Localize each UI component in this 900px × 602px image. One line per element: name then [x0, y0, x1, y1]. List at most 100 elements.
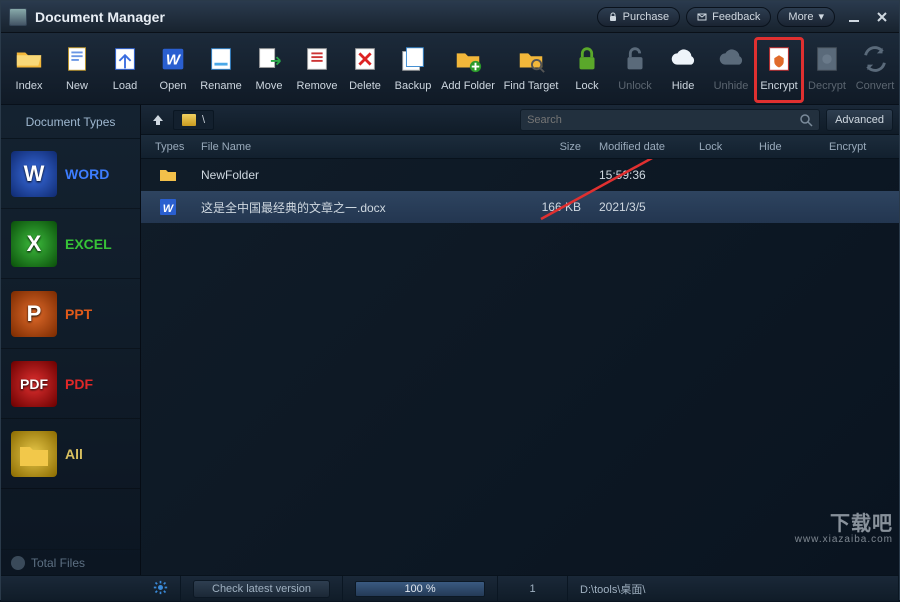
table-header: Types File Name Size Modified date Lock … [141, 135, 899, 159]
svg-text:W: W [163, 203, 175, 215]
folder-plus-icon [451, 42, 485, 76]
minimize-button[interactable] [845, 8, 863, 26]
content-area: Document Types WWORD XEXCEL PPPT PDFPDF … [1, 105, 899, 575]
advanced-button[interactable]: Advanced [826, 109, 893, 131]
col-hide[interactable]: Hide [759, 141, 829, 153]
pdf-doc-icon: PDF [11, 361, 57, 407]
new-button[interactable]: New [53, 38, 101, 102]
statusbar: Check latest version 100 % 1 D:\tools\桌面… [1, 575, 899, 601]
search-icon [799, 113, 813, 127]
close-button[interactable] [873, 8, 891, 26]
total-files[interactable]: Total Files [1, 549, 140, 575]
col-date[interactable]: Modified date [599, 141, 699, 153]
load-icon [108, 42, 142, 76]
move-icon [252, 42, 286, 76]
feedback-button[interactable]: Feedback [686, 7, 771, 27]
move-button[interactable]: Move [245, 38, 293, 102]
word-doc-icon: W [11, 151, 57, 197]
table-body: NewFolder 15:59:36 W 这是全中国最经典的文章之一.docx … [141, 159, 899, 575]
chevron-down-icon: ▾ [818, 10, 824, 23]
titlebar: Document Manager Purchase Feedback More … [1, 1, 899, 33]
cloud-icon [666, 42, 700, 76]
col-name[interactable]: File Name [195, 141, 519, 153]
cell-size: 166 KB [519, 200, 599, 214]
backup-button[interactable]: Backup [389, 38, 437, 102]
rename-button[interactable]: Rename [197, 38, 245, 102]
svg-text:W: W [166, 51, 182, 68]
more-menu[interactable]: More ▾ [777, 7, 835, 27]
index-button[interactable]: Index [5, 38, 53, 102]
open-button[interactable]: WOpen [149, 38, 197, 102]
watermark: 下载吧 www.xiazaiba.com [795, 514, 893, 546]
lock-icon [608, 12, 618, 22]
backup-icon [396, 42, 430, 76]
progress-cell: 100 % [343, 576, 498, 602]
pathbar: \ Advanced [141, 105, 899, 135]
col-enc[interactable]: Encrypt [829, 141, 899, 153]
convert-button[interactable]: Convert [851, 38, 899, 102]
cell-date: 15:59:36 [599, 168, 699, 182]
sidebar-item-all[interactable]: All [1, 419, 140, 489]
cloud-off-icon [714, 42, 748, 76]
delete-icon [348, 42, 382, 76]
search-box[interactable] [520, 109, 820, 131]
breadcrumb-path: \ [202, 114, 205, 126]
sidebar-header: Document Types [1, 105, 140, 139]
cell-name: 这是全中国最经典的文章之一.docx [195, 199, 519, 216]
share-icon [11, 556, 25, 570]
table-row[interactable]: W 这是全中国最经典的文章之一.docx 166 KB 2021/3/5 [141, 191, 899, 223]
sidebar-item-ppt[interactable]: PPPT [1, 279, 140, 349]
document-new-icon [60, 42, 94, 76]
col-lock[interactable]: Lock [699, 141, 759, 153]
table-row[interactable]: NewFolder 15:59:36 [141, 159, 899, 191]
folder-open-icon [12, 42, 46, 76]
encrypt-icon [762, 42, 796, 76]
decrypt-icon [810, 42, 844, 76]
progressbar: 100 % [355, 581, 485, 597]
purchase-label: Purchase [623, 11, 669, 23]
purchase-button[interactable]: Purchase [597, 7, 680, 27]
main-panel: \ Advanced Types File Name Size Modified… [141, 105, 899, 575]
app-icon [9, 8, 27, 26]
more-label: More [788, 11, 813, 23]
arrow-up-icon [151, 113, 165, 127]
sidebar-item-pdf[interactable]: PDFPDF [1, 349, 140, 419]
unhide-button[interactable]: Unhide [707, 38, 755, 102]
rename-icon [204, 42, 238, 76]
mail-icon [697, 12, 707, 22]
lock-button[interactable]: Lock [563, 38, 611, 102]
cell-name: NewFolder [195, 168, 519, 182]
breadcrumb[interactable]: \ [173, 110, 214, 130]
find-target-button[interactable]: Find Target [499, 38, 563, 102]
lock-open-icon [618, 42, 652, 76]
load-button[interactable]: Load [101, 38, 149, 102]
sidebar-item-word[interactable]: WWORD [1, 139, 140, 209]
search-input[interactable] [527, 114, 799, 126]
delete-button[interactable]: Delete [341, 38, 389, 102]
encrypt-button[interactable]: Encrypt [755, 38, 803, 102]
app-title: Document Manager [35, 9, 165, 25]
sidebar: Document Types WWORD XEXCEL PPPT PDFPDF … [1, 105, 141, 575]
unlock-button[interactable]: Unlock [611, 38, 659, 102]
col-types[interactable]: Types [141, 141, 195, 153]
hide-button[interactable]: Hide [659, 38, 707, 102]
add-folder-button[interactable]: Add Folder [437, 38, 499, 102]
sidebar-item-excel[interactable]: XEXCEL [1, 209, 140, 279]
folder-icon [158, 166, 178, 184]
gear-icon [153, 580, 168, 598]
status-path: D:\tools\桌面\ [568, 576, 899, 602]
feedback-label: Feedback [712, 11, 760, 23]
status-count: 1 [498, 576, 568, 602]
check-version-button[interactable]: Check latest version [181, 576, 343, 602]
progress-label: 100 % [356, 582, 484, 596]
col-size[interactable]: Size [519, 141, 599, 153]
toolbar: Index New Load WOpen Rename Move Remove … [1, 33, 899, 105]
ppt-doc-icon: P [11, 291, 57, 337]
settings-button[interactable] [141, 576, 181, 602]
decrypt-button[interactable]: Decrypt [803, 38, 851, 102]
convert-icon [858, 42, 892, 76]
remove-button[interactable]: Remove [293, 38, 341, 102]
word-file-icon: W [158, 198, 178, 216]
nav-up-button[interactable] [147, 110, 169, 130]
folder-search-icon [514, 42, 548, 76]
